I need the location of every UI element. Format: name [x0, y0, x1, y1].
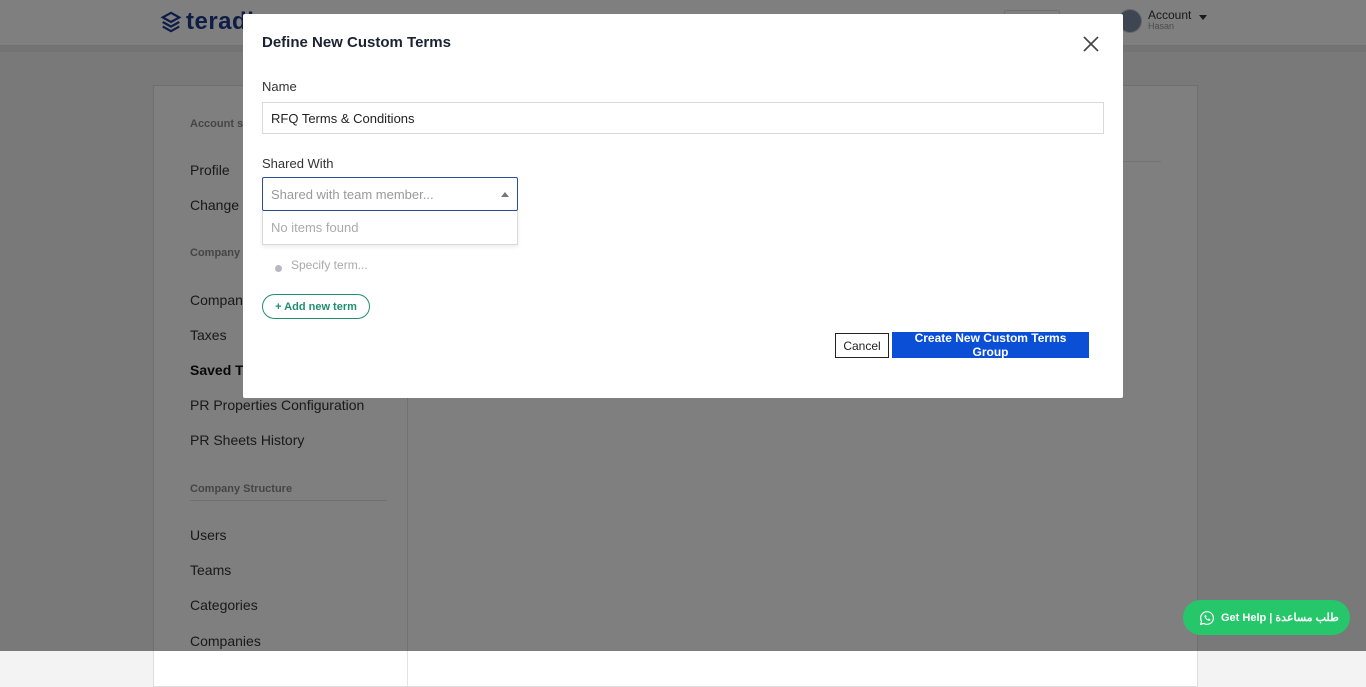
- whatsapp-icon: [1199, 610, 1214, 625]
- dropdown-empty-message: No items found: [271, 220, 359, 235]
- bullet-icon: [275, 264, 282, 272]
- get-help-button[interactable]: Get Help | طلب مساعدة: [1183, 600, 1350, 635]
- cancel-button[interactable]: Cancel: [835, 333, 889, 358]
- define-custom-terms-dialog: Define New Custom Terms Name Shared With…: [243, 14, 1123, 398]
- dialog-title: Define New Custom Terms: [262, 34, 451, 51]
- name-input[interactable]: [262, 102, 1104, 134]
- term-row: [275, 258, 491, 272]
- shared-with-placeholder: Shared with team member...: [271, 186, 434, 202]
- add-new-term-button[interactable]: + Add new term: [262, 294, 370, 319]
- shared-with-select[interactable]: Shared with team member...: [262, 177, 518, 211]
- chevron-up-icon[interactable]: [501, 191, 509, 197]
- close-icon[interactable]: [1081, 34, 1101, 54]
- name-label: Name: [262, 79, 297, 94]
- shared-with-label: Shared With: [262, 156, 334, 171]
- term-input[interactable]: [291, 258, 491, 272]
- shared-with-dropdown: No items found: [262, 211, 518, 245]
- get-help-label: Get Help | طلب مساعدة: [1221, 612, 1339, 624]
- create-terms-group-button[interactable]: Create New Custom Terms Group: [892, 331, 1089, 359]
